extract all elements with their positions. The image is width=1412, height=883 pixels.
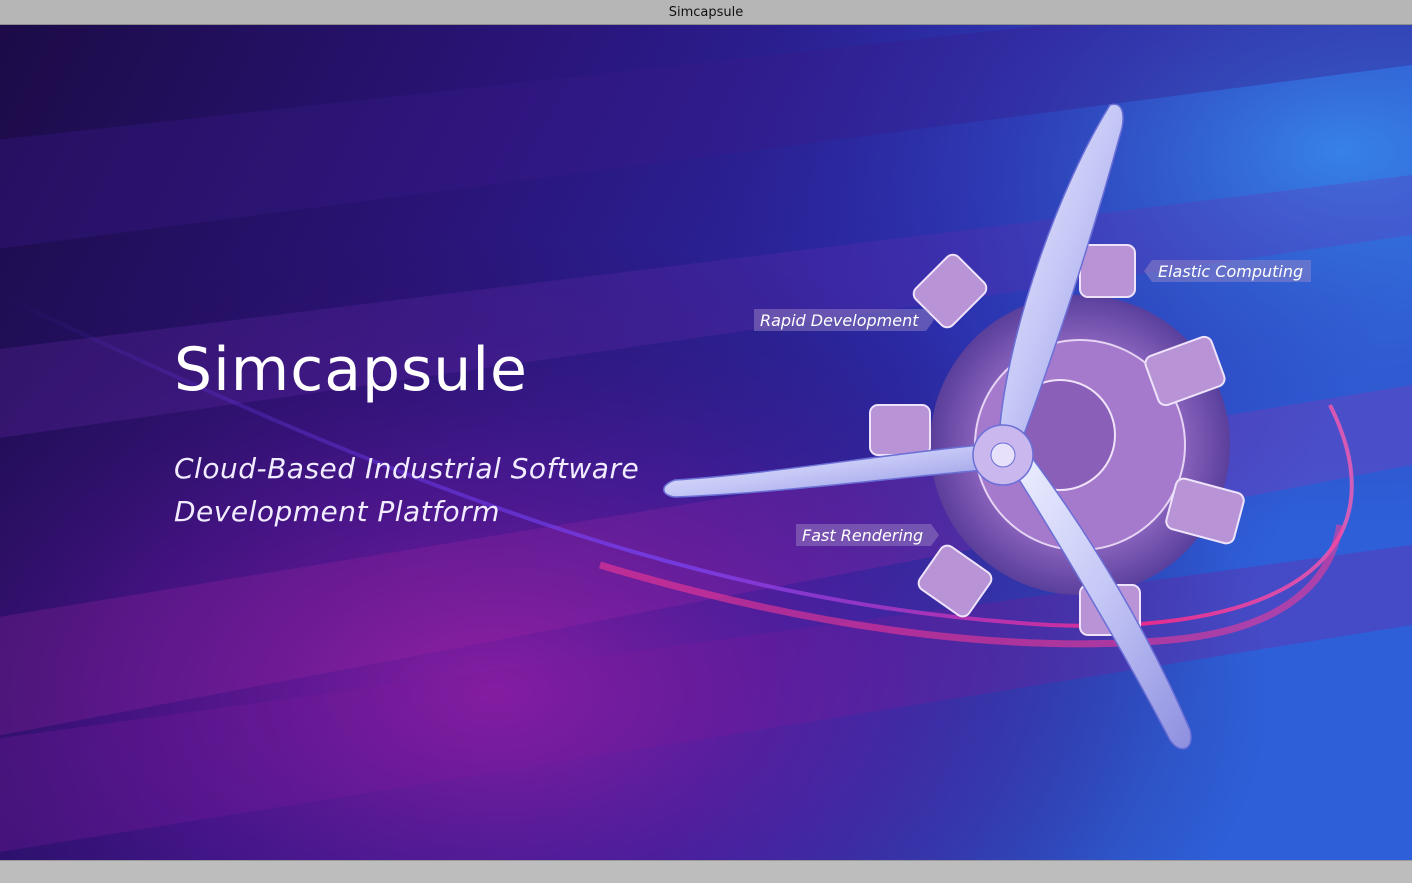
splash-screen: Simcapsule Cloud-Based Industrial Softwa…	[0, 25, 1412, 860]
app-headline: Simcapsule	[174, 335, 528, 405]
splash-background	[0, 25, 1412, 860]
feature-label: Fast Rendering	[802, 525, 924, 545]
app-tagline: Cloud-Based Industrial Software Developm…	[174, 447, 694, 533]
bottom-bar	[0, 860, 1412, 883]
tagline-line-1: Cloud-Based Industrial Software	[174, 452, 640, 485]
feature-label: Rapid Development	[760, 310, 919, 330]
title-bar[interactable]: Simcapsule	[0, 0, 1412, 25]
feature-label: Elastic Computing	[1158, 261, 1304, 281]
feature-callout-rapid-development: Rapid Development	[754, 309, 935, 331]
feature-callout-elastic-computing: Elastic Computing	[1143, 260, 1312, 282]
tagline-line-2: Development Platform	[174, 495, 500, 528]
window-title: Simcapsule	[668, 4, 744, 20]
feature-callout-fast-rendering: Fast Rendering	[796, 524, 940, 546]
app-window: Simcapsule Simcapsule Cloud-Based Indust…	[0, 0, 1412, 883]
